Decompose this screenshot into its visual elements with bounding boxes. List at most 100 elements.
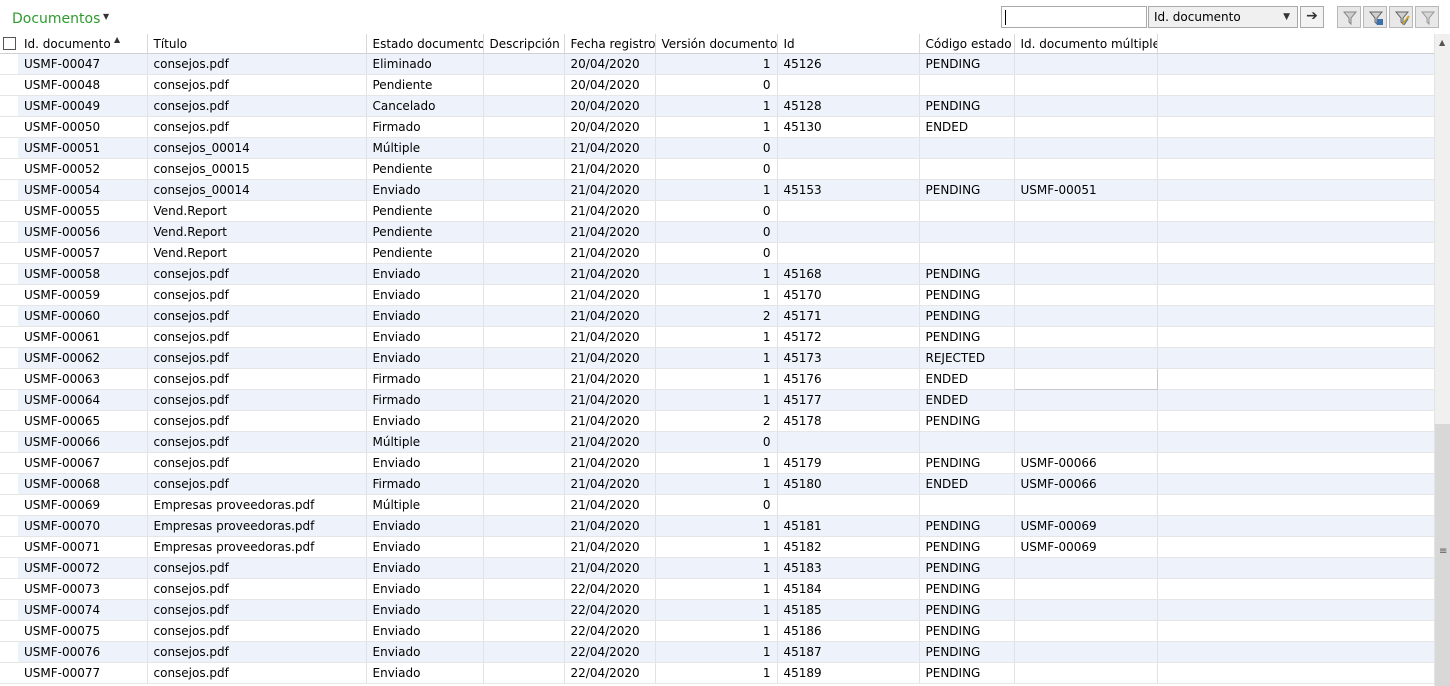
cell-version-documento[interactable]: 1 bbox=[655, 326, 778, 348]
cell-id-documento-multiple[interactable] bbox=[1014, 641, 1158, 663]
cell-estado-documento[interactable]: Múltiple bbox=[366, 137, 484, 159]
cell-id-documento[interactable]: USMF-00063 bbox=[18, 368, 148, 390]
cell-version-documento[interactable]: 1 bbox=[655, 515, 778, 537]
cell-version-documento[interactable]: 1 bbox=[655, 536, 778, 558]
cell-id-documento-multiple[interactable] bbox=[1014, 158, 1158, 180]
cell-id-documento[interactable]: USMF-00066 bbox=[18, 431, 148, 453]
cell-id[interactable]: 45180 bbox=[777, 473, 920, 495]
cell-descripcion[interactable] bbox=[483, 305, 565, 327]
cell-version-documento[interactable]: 0 bbox=[655, 74, 778, 96]
cell-version-documento[interactable]: 2 bbox=[655, 410, 778, 432]
table-row[interactable]: USMF-00068 consejos.pdf Firmado 21/04/2020 1… bbox=[0, 473, 1434, 495]
cell-fecha-registro[interactable]: 21/04/2020 bbox=[564, 221, 656, 243]
cell-descripcion[interactable] bbox=[483, 242, 565, 264]
cell-id-documento-multiple[interactable] bbox=[1014, 494, 1158, 516]
cell-id[interactable]: 45171 bbox=[777, 305, 920, 327]
cell-codigo-estado[interactable] bbox=[919, 494, 1015, 516]
column-header-descripcion[interactable]: Descripción bbox=[483, 34, 565, 54]
cell-fecha-registro[interactable]: 22/04/2020 bbox=[564, 662, 656, 684]
table-row[interactable]: USMF-00056 Vend.Report Pendiente 21/04/2020… bbox=[0, 221, 1434, 243]
row-selector[interactable] bbox=[0, 284, 18, 306]
cell-id-documento-multiple[interactable]: USMF-00051 bbox=[1014, 179, 1158, 201]
cell-fecha-registro[interactable]: 21/04/2020 bbox=[564, 347, 656, 369]
table-row[interactable]: USMF-00072 consejos.pdf Enviado 21/04/2020 1… bbox=[0, 557, 1434, 579]
cell-id[interactable] bbox=[777, 242, 920, 264]
cell-estado-documento[interactable]: Enviado bbox=[366, 305, 484, 327]
cell-version-documento[interactable]: 1 bbox=[655, 452, 778, 474]
table-row[interactable]: USMF-00065 consejos.pdf Enviado 21/04/2020 2… bbox=[0, 410, 1434, 432]
cell-titulo[interactable]: consejos.pdf bbox=[147, 662, 367, 684]
cell-titulo[interactable]: consejos.pdf bbox=[147, 557, 367, 579]
row-selector[interactable] bbox=[0, 662, 18, 684]
table-row[interactable]: USMF-00060 consejos.pdf Enviado 21/04/2020 2… bbox=[0, 305, 1434, 327]
cell-codigo-estado[interactable] bbox=[919, 200, 1015, 222]
cell-fecha-registro[interactable]: 21/04/2020 bbox=[564, 452, 656, 474]
cell-version-documento[interactable]: 1 bbox=[655, 578, 778, 600]
cell-codigo-estado[interactable]: PENDING bbox=[919, 641, 1015, 663]
cell-id[interactable]: 45128 bbox=[777, 95, 920, 117]
cell-codigo-estado[interactable] bbox=[919, 137, 1015, 159]
cell-codigo-estado[interactable]: ENDED bbox=[919, 473, 1015, 495]
cell-descripcion[interactable] bbox=[483, 641, 565, 663]
cell-titulo[interactable]: consejos_00014 bbox=[147, 137, 367, 159]
row-selector[interactable] bbox=[0, 431, 18, 453]
table-row[interactable]: USMF-00073 consejos.pdf Enviado 22/04/2020 1… bbox=[0, 578, 1434, 600]
table-row[interactable]: USMF-00061 consejos.pdf Enviado 21/04/2020 1… bbox=[0, 326, 1434, 348]
cell-id-documento[interactable]: USMF-00056 bbox=[18, 221, 148, 243]
cell-fecha-registro[interactable]: 21/04/2020 bbox=[564, 515, 656, 537]
cell-codigo-estado[interactable]: PENDING bbox=[919, 599, 1015, 621]
cell-version-documento[interactable]: 1 bbox=[655, 557, 778, 579]
cell-descripcion[interactable] bbox=[483, 494, 565, 516]
cell-id-documento-multiple[interactable] bbox=[1014, 347, 1158, 369]
cell-codigo-estado[interactable]: PENDING bbox=[919, 557, 1015, 579]
cell-id-documento[interactable]: USMF-00069 bbox=[18, 494, 148, 516]
cell-codigo-estado[interactable] bbox=[919, 431, 1015, 453]
cell-estado-documento[interactable]: Enviado bbox=[366, 536, 484, 558]
row-selector[interactable] bbox=[0, 620, 18, 642]
cell-fecha-registro[interactable]: 21/04/2020 bbox=[564, 410, 656, 432]
cell-id[interactable]: 45186 bbox=[777, 620, 920, 642]
cell-id-documento[interactable]: USMF-00075 bbox=[18, 620, 148, 642]
cell-fecha-registro[interactable]: 21/04/2020 bbox=[564, 284, 656, 306]
cell-titulo[interactable]: consejos.pdf bbox=[147, 53, 367, 75]
cell-descripcion[interactable] bbox=[483, 536, 565, 558]
cell-titulo[interactable]: consejos_00014 bbox=[147, 179, 367, 201]
cell-codigo-estado[interactable]: PENDING bbox=[919, 305, 1015, 327]
cell-id-documento-multiple[interactable] bbox=[1014, 557, 1158, 579]
cell-estado-documento[interactable]: Enviado bbox=[366, 179, 484, 201]
cell-codigo-estado[interactable] bbox=[919, 221, 1015, 243]
cell-estado-documento[interactable]: Pendiente bbox=[366, 74, 484, 96]
cell-titulo[interactable]: consejos.pdf bbox=[147, 284, 367, 306]
cell-estado-documento[interactable]: Enviado bbox=[366, 347, 484, 369]
cell-descripcion[interactable] bbox=[483, 452, 565, 474]
cell-codigo-estado[interactable]: REJECTED bbox=[919, 347, 1015, 369]
cell-id-documento[interactable]: USMF-00048 bbox=[18, 74, 148, 96]
cell-id-documento[interactable]: USMF-00054 bbox=[18, 179, 148, 201]
cell-fecha-registro[interactable]: 21/04/2020 bbox=[564, 137, 656, 159]
table-row[interactable]: USMF-00050 consejos.pdf Firmado 20/04/2020 1… bbox=[0, 116, 1434, 138]
cell-estado-documento[interactable]: Múltiple bbox=[366, 431, 484, 453]
row-selector[interactable] bbox=[0, 389, 18, 411]
cell-fecha-registro[interactable]: 22/04/2020 bbox=[564, 599, 656, 621]
table-row[interactable]: USMF-00057 Vend.Report Pendiente 21/04/2020… bbox=[0, 242, 1434, 264]
cell-id[interactable]: 45181 bbox=[777, 515, 920, 537]
row-selector[interactable] bbox=[0, 452, 18, 474]
cell-id[interactable]: 45168 bbox=[777, 263, 920, 285]
cell-version-documento[interactable]: 1 bbox=[655, 662, 778, 684]
cell-titulo[interactable]: consejos.pdf bbox=[147, 389, 367, 411]
cell-fecha-registro[interactable]: 21/04/2020 bbox=[564, 305, 656, 327]
cell-version-documento[interactable]: 1 bbox=[655, 599, 778, 621]
page-title[interactable]: Documentos bbox=[12, 10, 100, 28]
cell-titulo[interactable]: Vend.Report bbox=[147, 221, 367, 243]
cell-estado-documento[interactable]: Enviado bbox=[366, 641, 484, 663]
cell-codigo-estado[interactable] bbox=[919, 242, 1015, 264]
row-selector[interactable] bbox=[0, 578, 18, 600]
scrollbar-thumb[interactable]: ≡ bbox=[1435, 424, 1450, 686]
cell-id-documento-multiple[interactable] bbox=[1014, 137, 1158, 159]
cell-version-documento[interactable]: 0 bbox=[655, 200, 778, 222]
cell-estado-documento[interactable]: Pendiente bbox=[366, 158, 484, 180]
select-all-checkbox[interactable] bbox=[0, 34, 18, 54]
cell-id-documento-multiple[interactable]: USMF-00069 bbox=[1014, 536, 1158, 558]
cell-id[interactable] bbox=[777, 158, 920, 180]
row-selector[interactable] bbox=[0, 326, 18, 348]
